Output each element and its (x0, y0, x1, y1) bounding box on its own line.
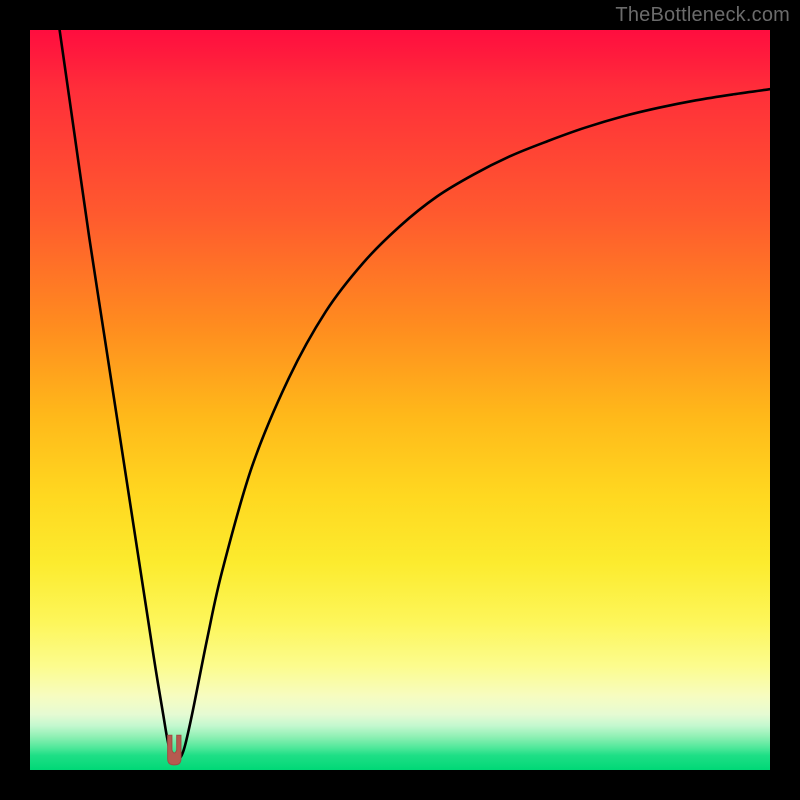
optimal-marker (168, 735, 181, 765)
curve-layer (30, 30, 770, 770)
plot-area (30, 30, 770, 770)
bottleneck-curve (60, 30, 770, 760)
watermark-text: TheBottleneck.com (615, 4, 790, 27)
chart-frame: TheBottleneck.com (0, 0, 800, 800)
